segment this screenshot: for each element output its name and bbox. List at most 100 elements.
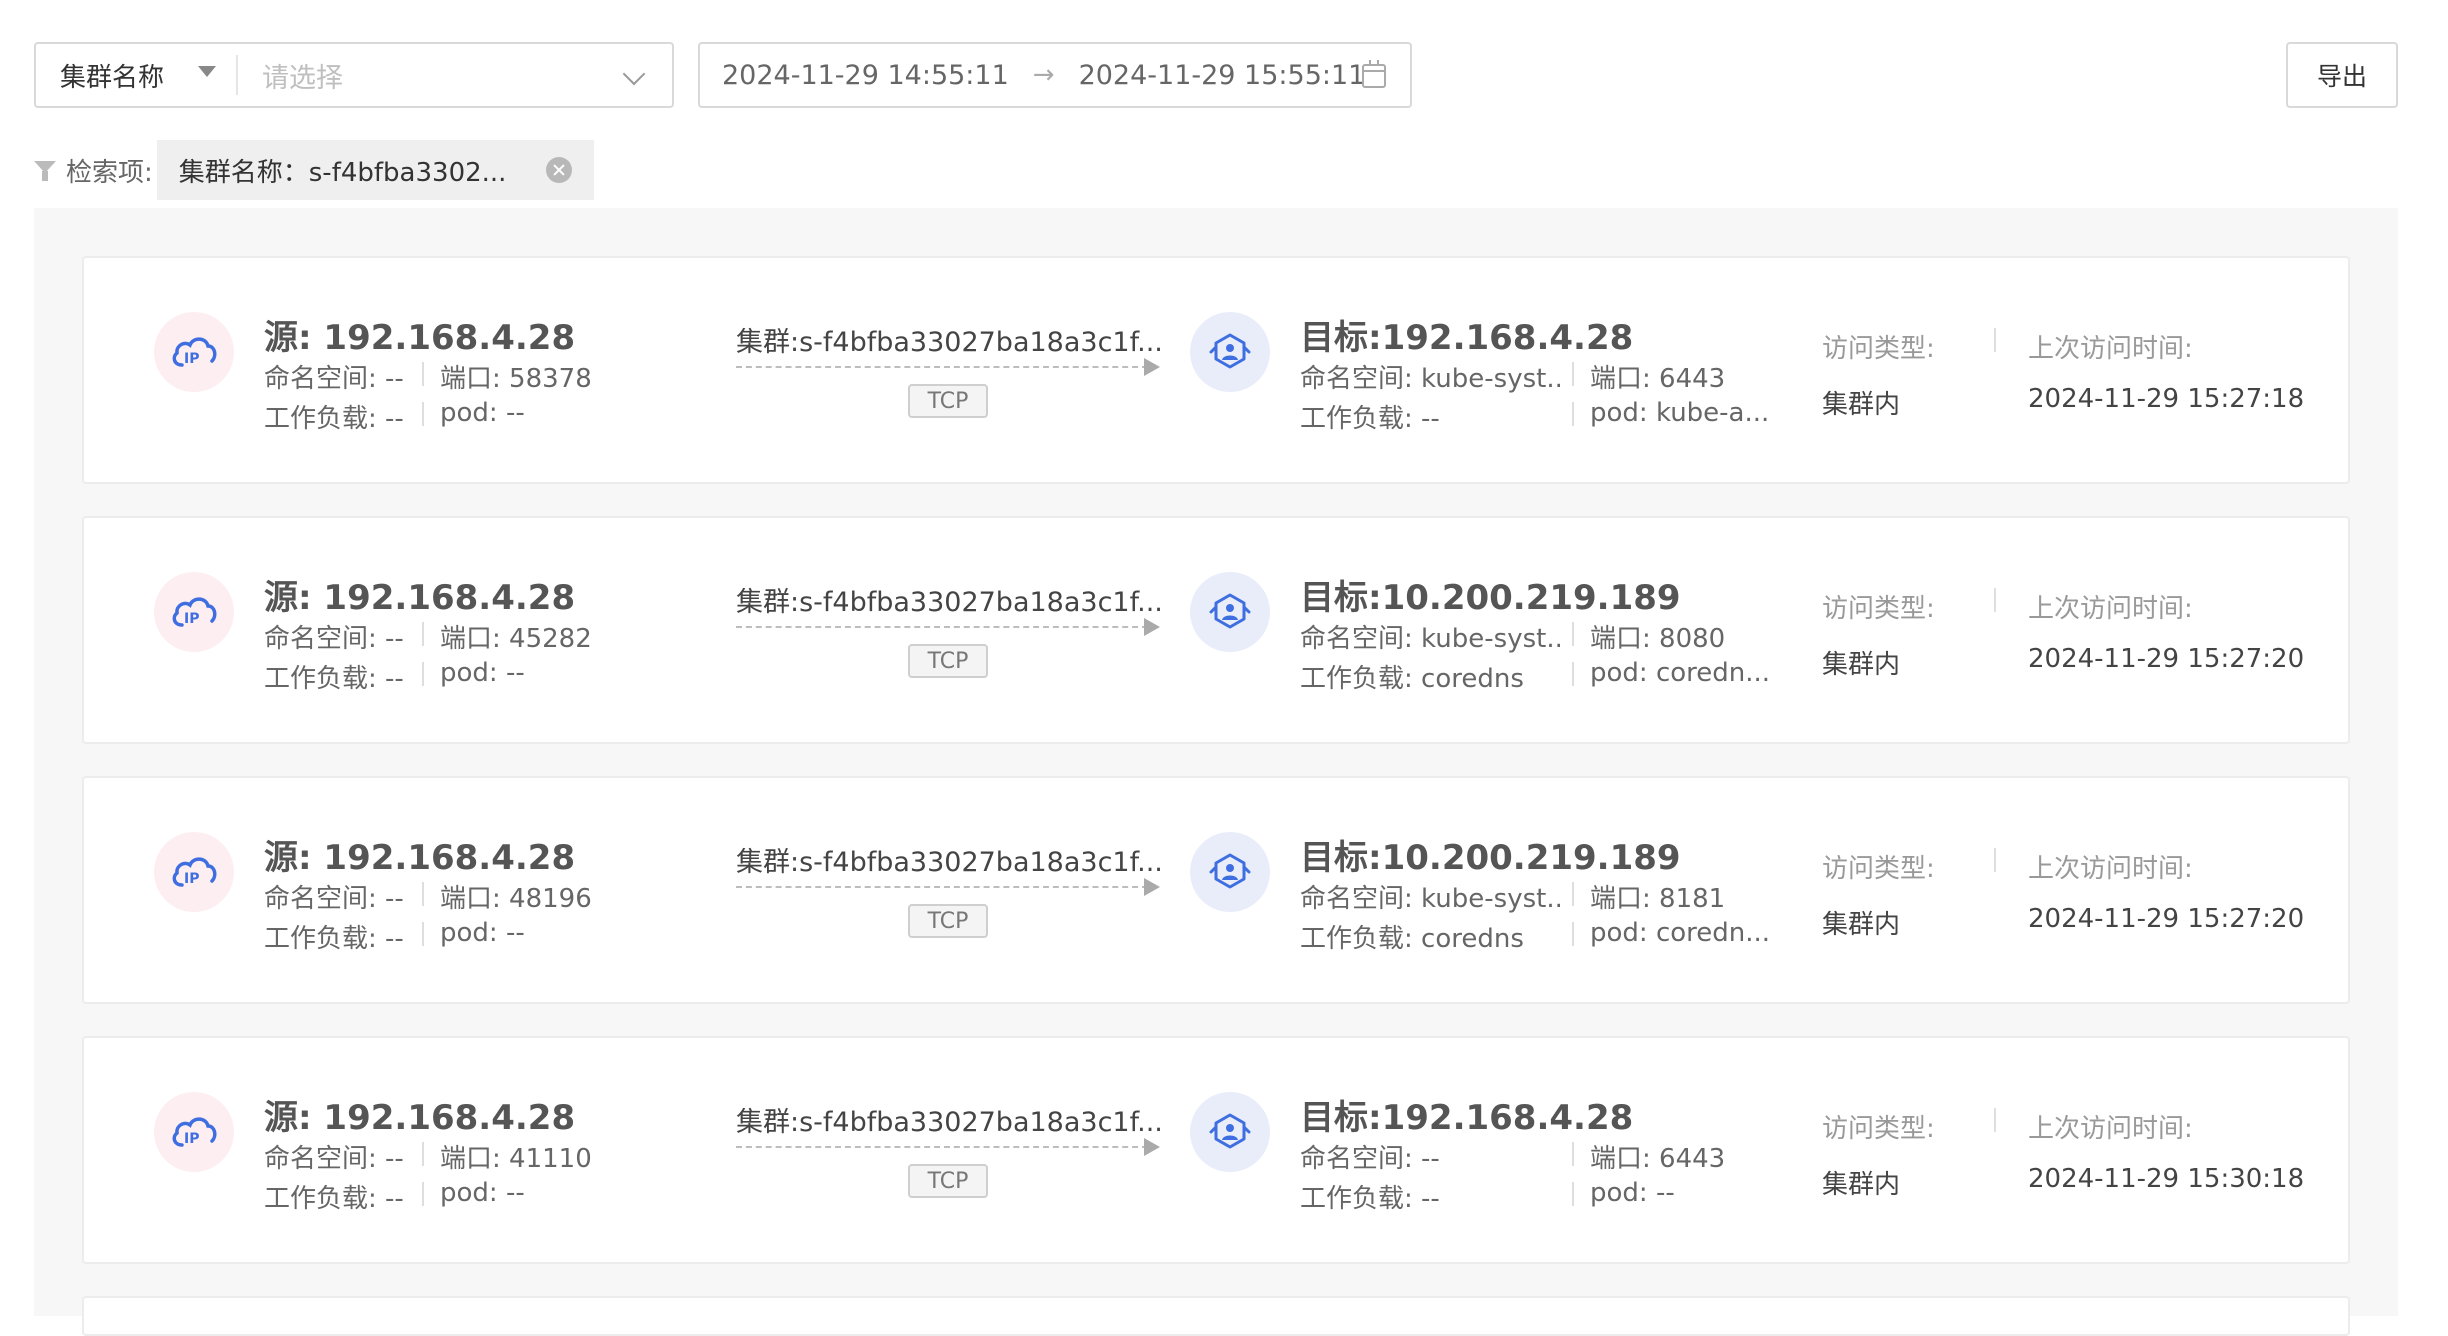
source-title: 源: 192.168.4.28 <box>264 838 576 878</box>
cluster-field-dropdown[interactable]: 集群名称 <box>36 44 236 106</box>
export-button[interactable]: 导出 <box>2286 42 2398 108</box>
target-port: 端口: 8080 <box>1590 624 1726 654</box>
cluster-name: 集群:s-f4bfba33027ba18a3c1f... <box>736 587 1163 618</box>
access-type-value: 集群内 <box>1822 650 1901 680</box>
active-filters: 检索项: 集群名称：s-f4bfba3302... <box>34 140 595 200</box>
source-namespace: 命名空间: -- <box>264 1144 404 1174</box>
ip-cloud-icon: IP <box>154 1092 234 1172</box>
source-pod: pod: -- <box>440 398 525 428</box>
target-title: 目标:192.168.4.28 <box>1300 318 1634 358</box>
connection-card[interactable]: IP 源: 192.168.4.28 命名空间: -- 工作负载: -- 端口:… <box>82 516 2350 744</box>
arrow-right-icon <box>1144 1138 1160 1156</box>
divider <box>1994 588 1996 612</box>
cluster-workload-icon <box>1190 1092 1270 1172</box>
svg-text:IP: IP <box>184 611 199 627</box>
cluster-value-select[interactable]: 请选择 <box>238 44 672 106</box>
arrow-right-icon <box>1144 878 1160 896</box>
source-namespace: 命名空间: -- <box>264 364 404 394</box>
last-access-value: 2024-11-29 15:27:20 <box>2028 644 2305 674</box>
divider <box>1572 402 1574 426</box>
range-arrow-icon: → <box>1032 60 1055 90</box>
access-type-label: 访问类型: <box>1822 334 1935 364</box>
target-namespace: 命名空间: kube-syst... <box>1300 624 1560 654</box>
divider <box>1572 922 1574 946</box>
dashed-connector <box>736 626 1148 628</box>
ip-cloud-icon: IP <box>154 572 234 652</box>
cluster-workload-icon <box>1190 572 1270 652</box>
source-pod: pod: -- <box>440 1178 525 1208</box>
source-namespace: 命名空间: -- <box>264 624 404 654</box>
cluster-name: 集群:s-f4bfba33027ba18a3c1f... <box>736 327 1163 358</box>
target-title: 目标:192.168.4.28 <box>1300 1098 1634 1138</box>
arrow-right-icon <box>1144 618 1160 636</box>
connection-card[interactable]: IP 源: 192.168.4.28 命名空间: -- 工作负载: -- 端口:… <box>82 256 2350 484</box>
access-type-value: 集群内 <box>1822 1170 1901 1200</box>
last-access-value: 2024-11-29 15:27:18 <box>2028 384 2305 414</box>
calendar-icon <box>1362 60 1386 88</box>
svg-text:IP: IP <box>184 351 199 367</box>
target-pod: pod: coredn... <box>1590 918 1771 948</box>
connection-list: IP 源: 192.168.4.28 命名空间: -- 工作负载: -- 端口:… <box>34 208 2398 1336</box>
caret-down-icon <box>198 66 216 77</box>
source-pod: pod: -- <box>440 658 525 688</box>
filter-tag-cluster: 集群名称：s-f4bfba3302... <box>156 140 595 200</box>
connection-card[interactable] <box>82 1296 2350 1336</box>
divider <box>422 622 424 646</box>
divider <box>1994 848 1996 872</box>
source-workload: 工作负载: -- <box>264 924 404 954</box>
dashed-connector <box>736 366 1148 368</box>
access-type-label: 访问类型: <box>1822 854 1935 884</box>
divider <box>1572 1182 1574 1206</box>
cluster-link: 集群:s-f4bfba33027ba18a3c1f... TCP <box>736 320 1176 418</box>
source-namespace: 命名空间: -- <box>264 884 404 914</box>
close-icon[interactable] <box>546 157 573 183</box>
divider <box>1572 362 1574 386</box>
source-workload: 工作负载: -- <box>264 404 404 434</box>
divider <box>422 1182 424 1206</box>
last-access-value: 2024-11-29 15:30:18 <box>2028 1164 2305 1194</box>
toolbar: 集群名称 请选择 2024-11-29 14:55:11 → 2024-11-2… <box>34 42 2398 108</box>
ip-cloud-icon: IP <box>154 312 234 392</box>
ip-cloud-icon: IP <box>154 832 234 912</box>
divider <box>1572 622 1574 646</box>
cluster-workload-icon <box>1190 312 1270 392</box>
cluster-filter-select[interactable]: 集群名称 请选择 <box>34 42 674 108</box>
divider <box>422 1142 424 1166</box>
protocol-badge: TCP <box>908 644 988 678</box>
dashed-connector <box>736 1146 1148 1148</box>
cluster-field-label: 集群名称 <box>60 62 165 93</box>
target-title: 目标:10.200.219.189 <box>1300 838 1681 878</box>
access-type-value: 集群内 <box>1822 910 1901 940</box>
cluster-link: 集群:s-f4bfba33027ba18a3c1f... TCP <box>736 840 1176 938</box>
target-namespace: 命名空间: -- <box>1300 1144 1440 1174</box>
start-time[interactable]: 2024-11-29 14:55:11 <box>722 60 1009 91</box>
dashed-connector <box>736 886 1148 888</box>
target-namespace: 命名空间: kube-syst... <box>1300 364 1560 394</box>
arrow-right-icon <box>1144 358 1160 376</box>
last-access-value: 2024-11-29 15:27:20 <box>2028 904 2305 934</box>
divider <box>422 922 424 946</box>
target-workload: 工作负载: coredns <box>1300 924 1524 954</box>
filter-tag-text: 集群名称：s-f4bfba3302... <box>178 157 507 188</box>
protocol-badge: TCP <box>908 1164 988 1198</box>
end-time[interactable]: 2024-11-29 15:55:11 <box>1079 60 1366 91</box>
time-range-picker[interactable]: 2024-11-29 14:55:11 → 2024-11-29 15:55:1… <box>698 42 1412 108</box>
chevron-down-icon <box>622 62 646 86</box>
source-port: 端口: 58378 <box>440 364 592 394</box>
source-pod: pod: -- <box>440 918 525 948</box>
last-access-label: 上次访问时间: <box>2028 1114 2193 1144</box>
cluster-name: 集群:s-f4bfba33027ba18a3c1f... <box>736 847 1163 878</box>
svg-text:IP: IP <box>184 871 199 887</box>
connection-card[interactable]: IP 源: 192.168.4.28 命名空间: -- 工作负载: -- 端口:… <box>82 776 2350 1004</box>
target-workload: 工作负载: -- <box>1300 1184 1440 1214</box>
divider <box>422 662 424 686</box>
source-title: 源: 192.168.4.28 <box>264 1098 576 1138</box>
target-port: 端口: 8181 <box>1590 884 1726 914</box>
source-title: 源: 192.168.4.28 <box>264 578 576 618</box>
connection-card[interactable]: IP 源: 192.168.4.28 命名空间: -- 工作负载: -- 端口:… <box>82 1036 2350 1264</box>
target-port: 端口: 6443 <box>1590 364 1726 394</box>
protocol-badge: TCP <box>908 904 988 938</box>
source-title: 源: 192.168.4.28 <box>264 318 576 358</box>
source-workload: 工作负载: -- <box>264 1184 404 1214</box>
cluster-workload-icon <box>1190 832 1270 912</box>
